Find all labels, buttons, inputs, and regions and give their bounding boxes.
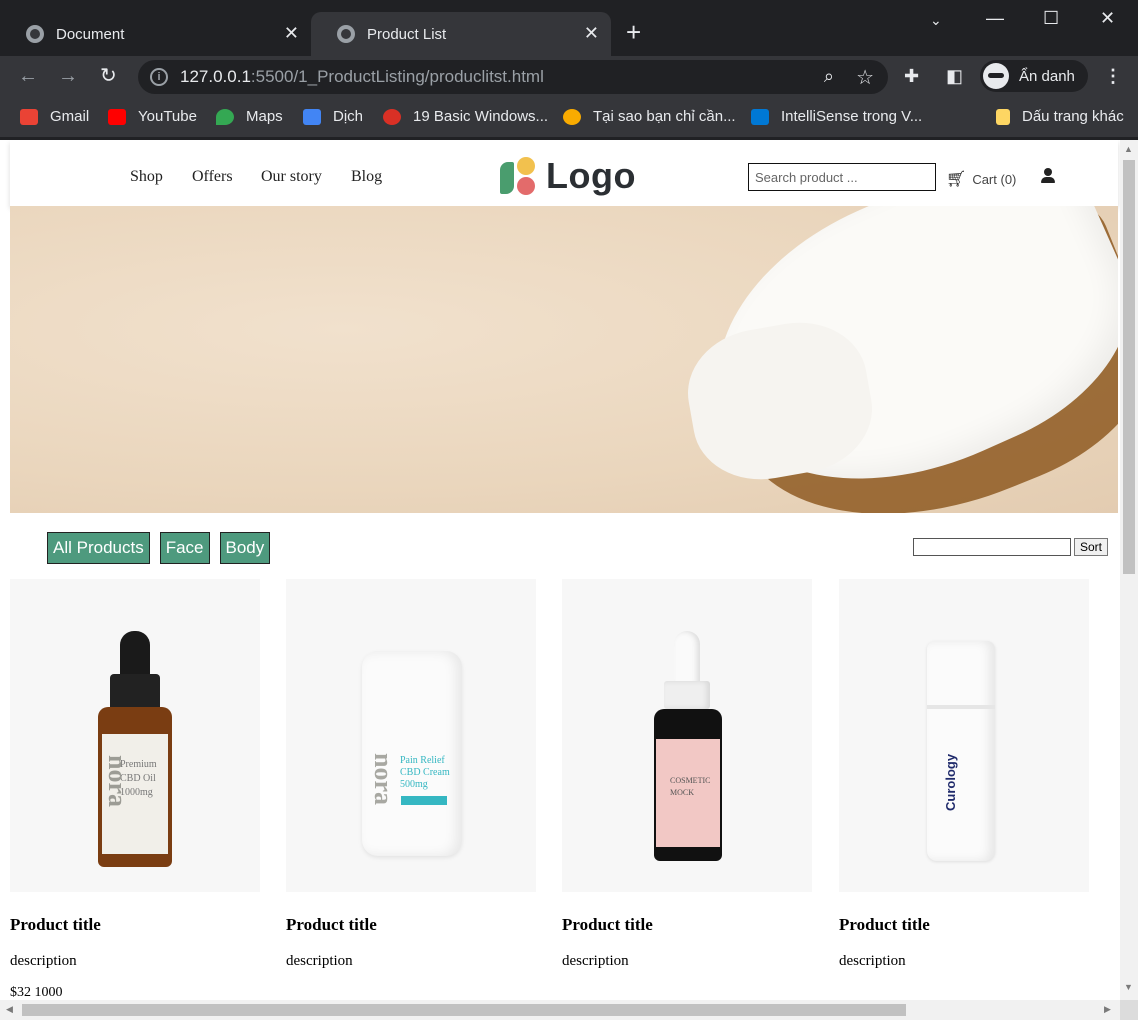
cart-icon: 🛒︎: [946, 171, 967, 188]
user-account-icon[interactable]: [1040, 168, 1056, 184]
product-list-page: Shop Offers Our story Blog Logo 🛒︎ Cart …: [10, 140, 1118, 1000]
youtube-icon: [108, 108, 126, 125]
bookmark-other[interactable]: Dấu trang khác: [996, 108, 1124, 125]
category-filters: All Products Face Body: [47, 532, 271, 564]
product-description: description: [839, 953, 906, 969]
product-card[interactable]: Premium CBD Oil 1000mg nora Product titl…: [10, 579, 260, 1000]
globe-icon: [337, 25, 355, 43]
product-title[interactable]: Product title: [286, 915, 377, 935]
filter-body-button[interactable]: Body: [219, 532, 271, 564]
forward-icon[interactable]: →: [58, 64, 78, 88]
nav-our-story[interactable]: Our story: [261, 168, 322, 186]
page-viewport: Shop Offers Our story Blog Logo 🛒︎ Cart …: [0, 140, 1138, 1020]
translate-icon: [303, 108, 321, 125]
nav-offers[interactable]: Offers: [192, 168, 233, 186]
scroll-right-icon[interactable]: ▶: [1104, 1004, 1111, 1015]
nav-shop[interactable]: Shop: [130, 168, 163, 186]
incognito-icon: [983, 63, 1009, 89]
zoom-icon[interactable]: ⌕: [824, 66, 834, 87]
sort-button[interactable]: Sort: [1074, 538, 1109, 556]
incognito-label: Ẩn danh: [1019, 67, 1075, 85]
product-description: description: [562, 953, 629, 969]
nav-blog[interactable]: Blog: [351, 168, 382, 186]
bookmark-tai-sao[interactable]: Tại sao bạn chỉ cần...: [563, 108, 736, 125]
site-info-icon[interactable]: i: [150, 68, 168, 86]
tab-product-list[interactable]: Product List ✕: [311, 12, 611, 56]
bookmark-windows[interactable]: 19 Basic Windows...: [383, 108, 548, 125]
window-close-icon[interactable]: ✕: [1100, 8, 1115, 29]
tab-document[interactable]: Document ✕: [0, 12, 311, 56]
maps-icon: [216, 108, 234, 125]
globe-icon: [26, 25, 44, 43]
back-icon[interactable]: ←: [18, 64, 38, 88]
reload-icon[interactable]: ↻: [100, 64, 117, 88]
site-header: Shop Offers Our story Blog Logo 🛒︎ Cart …: [10, 140, 1118, 206]
logo-mark-icon: [500, 156, 540, 196]
bookmarks-bar: Gmail YouTube Maps Dịch 19 Basic Windows…: [0, 98, 1138, 138]
address-bar[interactable]: i 127.0.0.1:5500/1_ProductListing/produc…: [138, 60, 888, 94]
product-title[interactable]: Product title: [10, 915, 101, 935]
side-panel-icon[interactable]: ◧: [946, 66, 963, 87]
vertical-scroll-thumb[interactable]: [1123, 160, 1135, 574]
scroll-left-icon[interactable]: ◀: [6, 1004, 13, 1015]
incognito-badge[interactable]: Ẩn danh: [980, 60, 1088, 92]
hero-banner-image: [10, 206, 1118, 513]
horizontal-scrollbar[interactable]: ◀ ▶: [0, 1000, 1120, 1020]
extensions-icon[interactable]: ✚: [904, 66, 919, 87]
product-title[interactable]: Product title: [562, 915, 653, 935]
product-description: description: [286, 953, 353, 969]
sort-controls: Sort: [913, 538, 1109, 556]
filter-all-products-button[interactable]: All Products: [47, 532, 150, 564]
scroll-down-icon[interactable]: ▼: [1124, 982, 1133, 992]
close-tab-icon[interactable]: ✕: [284, 23, 299, 43]
horizontal-scroll-thumb[interactable]: [22, 1004, 906, 1016]
menu-icon[interactable]: ⋮: [1104, 66, 1122, 87]
folder-icon: [996, 108, 1010, 125]
product-title[interactable]: Product title: [839, 915, 930, 935]
product-image[interactable]: Pain Relief CBD Cream 500mg nora: [286, 579, 536, 892]
url-text[interactable]: 127.0.0.1:5500/1_ProductListing/producli…: [180, 67, 544, 87]
search-product-input[interactable]: [748, 163, 936, 191]
cart-label: Cart (0): [972, 171, 1017, 187]
browser-toolbar: ← → ↻ i 127.0.0.1:5500/1_ProductListing/…: [0, 56, 1138, 98]
product-image[interactable]: Premium CBD Oil 1000mg nora: [10, 579, 260, 892]
product-card[interactable]: Curology Product title description: [839, 579, 1089, 969]
product-image[interactable]: Curology: [839, 579, 1089, 892]
bookmark-translate[interactable]: Dịch: [303, 108, 363, 125]
bookmark-intellisense[interactable]: IntelliSense trong V...: [751, 108, 922, 125]
bookmark-youtube[interactable]: YouTube: [108, 108, 197, 125]
tab-title: Document: [56, 25, 125, 43]
browser-tabstrip: Document ✕ Product List ✕ + ⌄ — ☐ ✕: [0, 0, 1138, 56]
tab-search-icon[interactable]: ⌄: [930, 12, 942, 29]
close-tab-icon[interactable]: ✕: [584, 23, 599, 43]
bookmark-star-icon[interactable]: ☆: [856, 65, 874, 90]
product-price: $32 1000: [10, 985, 63, 1000]
vertical-scrollbar[interactable]: ▲ ▼: [1120, 140, 1138, 1000]
site-favicon-icon: [383, 108, 401, 125]
lightbulb-icon: [563, 108, 581, 125]
maximize-icon[interactable]: ☐: [1043, 8, 1059, 29]
bookmark-maps[interactable]: Maps: [216, 108, 283, 125]
product-description: description: [10, 953, 77, 969]
new-tab-icon[interactable]: +: [626, 18, 641, 46]
cart-link[interactable]: 🛒︎ Cart (0): [946, 169, 1016, 189]
minimize-icon[interactable]: —: [986, 8, 1004, 29]
product-image[interactable]: COSMETIC MOCK: [562, 579, 812, 892]
vscode-icon: [751, 108, 769, 125]
site-logo[interactable]: Logo: [500, 155, 636, 196]
scroll-up-icon[interactable]: ▲: [1124, 144, 1133, 154]
sort-input[interactable]: [913, 538, 1071, 556]
scrollbar-corner: [1120, 1000, 1138, 1020]
filter-face-button[interactable]: Face: [159, 532, 210, 564]
product-card[interactable]: COSMETIC MOCK Product title description: [562, 579, 812, 969]
tab-title: Product List: [367, 25, 447, 43]
bookmark-gmail[interactable]: Gmail: [20, 108, 89, 125]
product-card[interactable]: Pain Relief CBD Cream 500mg nora Product…: [286, 579, 536, 969]
gmail-icon: [20, 108, 38, 125]
logo-text: Logo: [546, 155, 636, 196]
